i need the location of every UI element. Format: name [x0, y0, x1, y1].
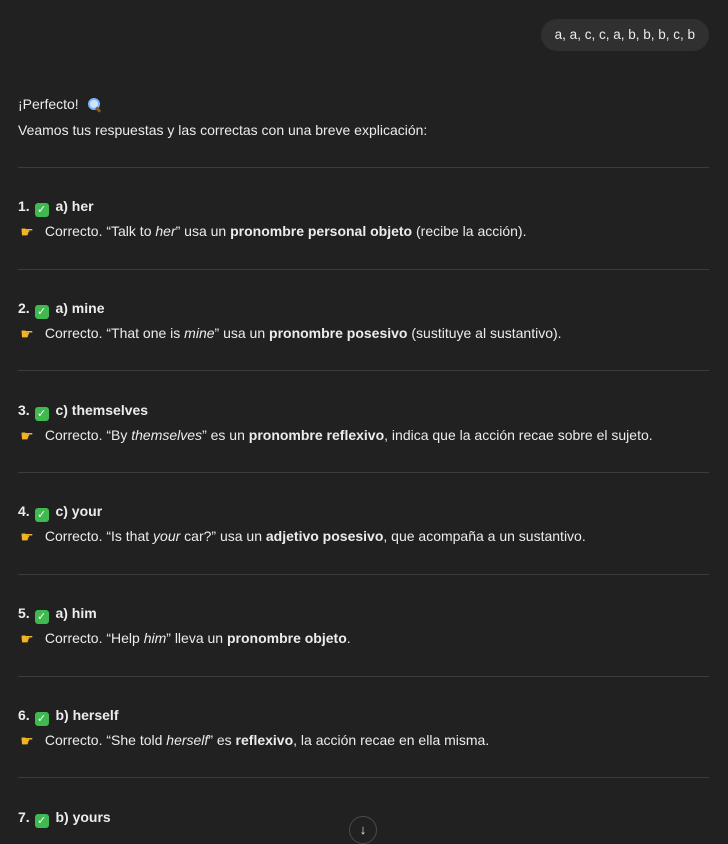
magnifier-icon: [87, 97, 101, 113]
pointing-hand-icon: ☛: [20, 529, 34, 546]
grammar-term: pronombre reflexivo: [248, 427, 385, 443]
divider: [18, 370, 709, 371]
answer-choice: c) your: [55, 503, 103, 519]
pointing-hand-icon: ☛: [20, 733, 34, 750]
pointing-hand-icon: ☛: [20, 631, 34, 648]
answer-item-6: 6. ✓ b) herself ☛ Correcto. “She told he…: [18, 705, 708, 750]
answer-choice: b) yours: [55, 809, 111, 825]
answer-explanation: ☛ Correcto. “She told herself” es reflex…: [18, 730, 708, 750]
answer-explanation: ☛ Correcto. “Talk to her” usa un pronomb…: [18, 221, 708, 241]
check-mark-button-icon: ✓: [34, 712, 49, 726]
explanation-text: (recibe la acción).: [412, 223, 527, 239]
explanation-text: ” es un: [202, 427, 249, 443]
explanation-text: ” usa un: [175, 223, 231, 239]
divider: [18, 472, 709, 473]
divider: [18, 167, 709, 168]
explanation-text: , indica que la acción recae sobre el su…: [384, 427, 653, 443]
answer-choice: b) herself: [55, 707, 119, 723]
grammar-term: pronombre posesivo: [269, 325, 408, 341]
divider: [18, 676, 709, 677]
divider: [18, 777, 709, 778]
answer-heading: 5. ✓ a) him: [18, 603, 708, 624]
example-word: themselves: [131, 427, 203, 443]
explanation-text: Correcto. “Is that: [41, 528, 154, 544]
intro-subheading: Veamos tus respuestas y las correctas co…: [18, 122, 428, 138]
check-mark-button-icon: ✓: [34, 508, 49, 522]
assistant-intro: ¡Perfecto! Veamos tus respuestas y las c…: [18, 94, 708, 146]
divider: [18, 574, 709, 575]
question-number: 1.: [18, 198, 30, 214]
intro-heading-text: ¡Perfecto!: [18, 96, 79, 112]
check-mark-button-icon: ✓: [34, 407, 49, 421]
answer-heading: 3. ✓ c) themselves: [18, 400, 708, 421]
grammar-term: adjetivo posesivo: [265, 528, 384, 544]
arrow-down-icon: ↓: [359, 822, 367, 837]
answer-choice: a) mine: [55, 300, 105, 316]
explanation-text: car?” usa un: [180, 528, 266, 544]
check-mark-button-icon: ✓: [34, 203, 49, 217]
explanation-text: ” lleva un: [166, 630, 227, 646]
answer-item-4: 4. ✓ c) your ☛ Correcto. “Is that your c…: [18, 501, 708, 546]
question-number: 7.: [18, 809, 30, 825]
user-message-bubble: a, a, c, c, a, b, b, b, c, b: [540, 19, 709, 51]
example-word: her: [155, 223, 176, 239]
answer-item-1: 1. ✓ a) her ☛ Correcto. “Talk to her” us…: [18, 196, 708, 241]
answer-heading: 6. ✓ b) herself: [18, 705, 708, 726]
explanation-text: ” usa un: [214, 325, 270, 341]
scroll-to-bottom-button[interactable]: ↓: [349, 816, 377, 844]
pointing-hand-icon: ☛: [20, 224, 34, 241]
answer-choice: a) her: [55, 198, 94, 214]
intro-heading: ¡Perfecto!: [18, 94, 708, 114]
check-mark-button-icon: ✓: [34, 814, 49, 828]
answer-item-2: 2. ✓ a) mine ☛ Correcto. “That one is mi…: [18, 298, 708, 343]
question-number: 6.: [18, 707, 30, 723]
pointing-hand-icon: ☛: [20, 428, 34, 445]
question-number: 5.: [18, 605, 30, 621]
answer-choice: c) themselves: [55, 402, 149, 418]
divider: [18, 269, 709, 270]
question-number: 4.: [18, 503, 30, 519]
explanation-text: Correcto. “By: [41, 427, 132, 443]
grammar-term: reflexivo: [235, 732, 294, 748]
question-number: 2.: [18, 300, 30, 316]
pointing-hand-icon: ☛: [20, 326, 34, 343]
explanation-text: , la acción recae en ella misma.: [293, 732, 490, 748]
explanation-text: .: [346, 630, 351, 646]
example-word: him: [143, 630, 167, 646]
explanation-text: (sustituye al sustantivo).: [407, 325, 562, 341]
explanation-text: Correcto. “That one is: [41, 325, 185, 341]
explanation-text: , que acompaña a un sustantivo.: [383, 528, 586, 544]
example-word: your: [153, 528, 181, 544]
example-word: herself: [166, 732, 209, 748]
example-word: mine: [184, 325, 215, 341]
answer-explanation: ☛ Correcto. “Is that your car?” usa un a…: [18, 526, 708, 546]
answer-item-3: 3. ✓ c) themselves ☛ Correcto. “By thems…: [18, 400, 708, 445]
question-number: 3.: [18, 402, 30, 418]
answer-heading: 4. ✓ c) your: [18, 501, 708, 522]
grammar-term: pronombre personal objeto: [230, 223, 413, 239]
answer-heading: 2. ✓ a) mine: [18, 298, 708, 319]
check-mark-button-icon: ✓: [34, 610, 49, 624]
explanation-text: Correcto. “She told: [41, 732, 167, 748]
answer-choice: a) him: [55, 605, 97, 621]
explanation-text: Correcto. “Talk to: [41, 223, 156, 239]
grammar-term: pronombre objeto: [226, 630, 347, 646]
answer-explanation: ☛ Correcto. “That one is mine” usa un pr…: [18, 323, 708, 343]
answer-item-5: 5. ✓ a) him ☛ Correcto. “Help him” lleva…: [18, 603, 708, 648]
answer-heading: 1. ✓ a) her: [18, 196, 708, 217]
explanation-text: ” es: [208, 732, 236, 748]
answer-explanation: ☛ Correcto. “Help him” lleva un pronombr…: [18, 628, 708, 648]
check-mark-button-icon: ✓: [34, 305, 49, 319]
answer-explanation: ☛ Correcto. “By themselves” es un pronom…: [18, 425, 708, 445]
explanation-text: Correcto. “Help: [41, 630, 144, 646]
